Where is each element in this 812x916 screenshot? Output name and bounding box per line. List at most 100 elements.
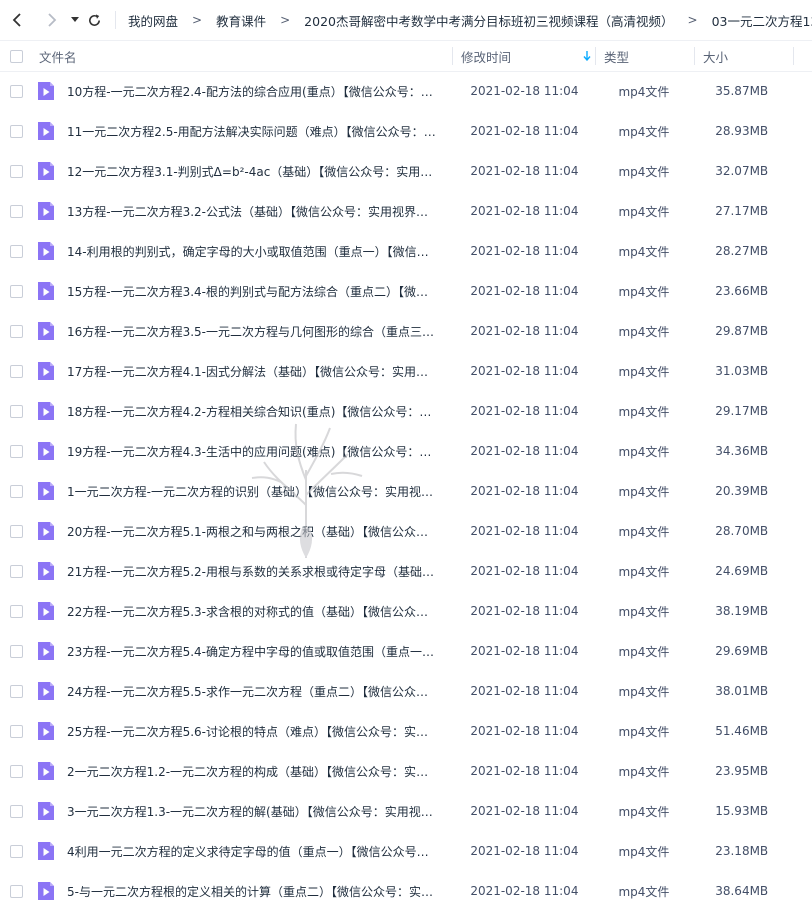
column-header-size[interactable]: 大小 — [695, 47, 793, 66]
row-checkbox[interactable] — [10, 444, 23, 458]
file-row[interactable]: 18方程-一元二次方程4.2-方程相关综合知识(重点)【微信公众号：实用视界】.… — [0, 391, 812, 431]
row-checkbox[interactable] — [10, 404, 23, 418]
back-button[interactable] — [6, 8, 27, 32]
row-checkbox[interactable] — [10, 724, 23, 738]
row-checkbox[interactable] — [10, 524, 23, 538]
chevron-right-icon — [48, 13, 57, 27]
video-file-icon — [38, 242, 54, 260]
column-header-time-label: 修改时间 — [461, 49, 512, 65]
file-name[interactable]: 17方程-一元二次方程4.1-因式分解法（基础）【微信公众号：实用视界】.mp4 — [67, 363, 444, 380]
column-header-type[interactable]: 类型 — [596, 47, 694, 66]
file-row[interactable]: 2一元二次方程1.2-一元二次方程的构成（基础）【微信公众号：实用视界】.mp4… — [0, 751, 812, 791]
file-name[interactable]: 24方程-一元二次方程5.5-求作一元二次方程（重点二）【微信公众号：实用视界】… — [67, 683, 444, 700]
file-row[interactable]: 10方程-一元二次方程2.4-配方法的综合应用(重点）【微信公众号：实用视界】.… — [0, 71, 812, 111]
row-checkbox[interactable] — [10, 884, 23, 898]
file-name[interactable]: 15方程-一元二次方程3.4-根的判别式与配方法综合（重点二）【微信公众号：实用… — [67, 283, 444, 300]
select-all-checkbox[interactable] — [10, 49, 23, 63]
file-type: mp4文件 — [618, 364, 670, 379]
file-name[interactable]: 23方程-一元二次方程5.4-确定方程中字母的值或取值范围（重点一）【微信公众号… — [67, 643, 444, 660]
row-checkbox[interactable] — [10, 204, 23, 218]
file-name[interactable]: 18方程-一元二次方程4.2-方程相关综合知识(重点)【微信公众号：实用视界】.… — [67, 403, 444, 420]
file-row[interactable]: 11一元二次方程2.5-用配方法解决实际问题（难点）【微信公众号：实用视界】.m… — [0, 111, 812, 151]
row-checkbox[interactable] — [10, 284, 23, 298]
file-row[interactable]: 17方程-一元二次方程4.1-因式分解法（基础）【微信公众号：实用视界】.mp4… — [0, 351, 812, 391]
breadcrumb-item-current-folder[interactable]: 03一元二次方程13 — [712, 11, 812, 30]
file-name[interactable]: 20方程-一元二次方程5.1-两根之和与两根之积（基础）【微信公众号：实用视界】… — [67, 523, 444, 540]
row-checkbox[interactable] — [10, 844, 23, 858]
breadcrumb-item-course[interactable]: 2020杰哥解密中考数学中考满分目标班初三视频课程（高清视频） — [304, 11, 673, 30]
file-type: mp4文件 — [618, 84, 670, 99]
file-type: mp4文件 — [618, 644, 670, 659]
video-file-icon — [38, 122, 54, 140]
file-name[interactable]: 22方程-一元二次方程5.3-求含根的对称式的值（基础）【微信公众号：实用视界】… — [67, 603, 444, 620]
file-row[interactable]: 4利用一元二次方程的定义求待定字母的值（重点一）【微信公众号：实用视界】.mp4… — [0, 831, 812, 871]
file-modified-time: 2021-02-18 11:04 — [470, 324, 579, 338]
file-row[interactable]: 24方程-一元二次方程5.5-求作一元二次方程（重点二）【微信公众号：实用视界】… — [0, 671, 812, 711]
file-modified-time: 2021-02-18 11:04 — [470, 804, 579, 818]
file-row[interactable]: 23方程-一元二次方程5.4-确定方程中字母的值或取值范围（重点一）【微信公众号… — [0, 631, 812, 671]
file-modified-time: 2021-02-18 11:04 — [470, 724, 579, 738]
file-name[interactable]: 4利用一元二次方程的定义求待定字母的值（重点一）【微信公众号：实用视界】.mp4 — [67, 843, 444, 860]
file-type: mp4文件 — [618, 884, 670, 899]
row-checkbox[interactable] — [10, 124, 23, 138]
row-checkbox[interactable] — [10, 644, 23, 658]
file-modified-time: 2021-02-18 11:04 — [470, 164, 579, 178]
file-name[interactable]: 25方程-一元二次方程5.6-讨论根的特点（难点）【微信公众号：实用视界】.mp… — [67, 723, 444, 740]
breadcrumb-item-courseware[interactable]: 教育课件 — [216, 11, 266, 30]
file-row[interactable]: 16方程-一元二次方程3.5-一元二次方程与几何图形的综合（重点三）【微信公众号… — [0, 311, 812, 351]
row-checkbox[interactable] — [10, 364, 23, 378]
file-row[interactable]: 19方程-一元二次方程4.3-生活中的应用问题(难点)【微信公众号：实用视界】.… — [0, 431, 812, 471]
file-modified-time: 2021-02-18 11:04 — [470, 364, 579, 378]
file-name[interactable]: 3一元二次方程1.3-一元二次方程的解(基础）【微信公众号：实用视界】.mp4 — [67, 803, 444, 820]
file-row[interactable]: 21方程-一元二次方程5.2-用根与系数的关系求根或待定字母（基础）【微信公众号… — [0, 551, 812, 591]
file-name[interactable]: 1一元二次方程-一元二次方程的识别（基础）【微信公众号：实用视界】.mp4 — [67, 483, 444, 500]
file-row[interactable]: 12一元二次方程3.1-判别式Δ=b²-4ac（基础）【微信公众号：实用视界】.… — [0, 151, 812, 191]
file-size: 38.64MB — [715, 884, 769, 898]
file-name[interactable]: 10方程-一元二次方程2.4-配方法的综合应用(重点）【微信公众号：实用视界】.… — [67, 83, 444, 100]
row-checkbox[interactable] — [10, 84, 23, 98]
file-row[interactable]: 15方程-一元二次方程3.4-根的判别式与配方法综合（重点二）【微信公众号：实用… — [0, 271, 812, 311]
column-header-name[interactable]: 文件名 — [39, 47, 452, 66]
file-row[interactable]: 5-与一元二次方程根的定义相关的计算（重点二）【微信公众号：实用视界】.mp4 2… — [0, 871, 812, 911]
file-name[interactable]: 5-与一元二次方程根的定义相关的计算（重点二）【微信公众号：实用视界】.mp4 — [67, 883, 444, 900]
breadcrumb-item-my-drive[interactable]: 我的网盘 — [128, 11, 178, 30]
row-checkbox[interactable] — [10, 244, 23, 258]
column-divider[interactable] — [793, 47, 794, 65]
video-file-icon — [38, 322, 54, 340]
row-checkbox[interactable] — [10, 604, 23, 618]
row-checkbox[interactable] — [10, 164, 23, 178]
file-modified-time: 2021-02-18 11:04 — [470, 764, 579, 778]
file-size: 29.87MB — [715, 324, 769, 338]
row-checkbox[interactable] — [10, 684, 23, 698]
file-name[interactable]: 12一元二次方程3.1-判别式Δ=b²-4ac（基础）【微信公众号：实用视界】.… — [67, 163, 444, 180]
file-row[interactable]: 22方程-一元二次方程5.3-求含根的对称式的值（基础）【微信公众号：实用视界】… — [0, 591, 812, 631]
row-checkbox[interactable] — [10, 804, 23, 818]
file-name[interactable]: 21方程-一元二次方程5.2-用根与系数的关系求根或待定字母（基础）【微信公众号… — [67, 563, 444, 580]
row-checkbox[interactable] — [10, 484, 23, 498]
column-header-time[interactable]: 修改时间 — [453, 47, 595, 66]
file-modified-time: 2021-02-18 11:04 — [470, 84, 579, 98]
row-checkbox[interactable] — [10, 564, 23, 578]
row-checkbox[interactable] — [10, 764, 23, 778]
file-size: 29.17MB — [715, 404, 769, 418]
file-name[interactable]: 11一元二次方程2.5-用配方法解决实际问题（难点）【微信公众号：实用视界】.m… — [67, 123, 444, 140]
video-file-icon — [38, 802, 54, 820]
file-row[interactable]: 1一元二次方程-一元二次方程的识别（基础）【微信公众号：实用视界】.mp4 202… — [0, 471, 812, 511]
row-checkbox[interactable] — [10, 324, 23, 338]
file-name[interactable]: 13方程-一元二次方程3.2-公式法（基础）【微信公众号：实用视界】.mp4 — [67, 203, 444, 220]
file-row[interactable]: 3一元二次方程1.3-一元二次方程的解(基础）【微信公众号：实用视界】.mp4 2… — [0, 791, 812, 831]
history-dropdown-button[interactable] — [68, 8, 81, 32]
file-row[interactable]: 13方程-一元二次方程3.2-公式法（基础）【微信公众号：实用视界】.mp4 20… — [0, 191, 812, 231]
file-name[interactable]: 16方程-一元二次方程3.5-一元二次方程与几何图形的综合（重点三）【微信公众号… — [67, 323, 444, 340]
file-name[interactable]: 19方程-一元二次方程4.3-生活中的应用问题(难点)【微信公众号：实用视界】.… — [67, 443, 444, 460]
forward-button[interactable] — [41, 8, 62, 32]
file-size: 29.69MB — [715, 644, 769, 658]
file-modified-time: 2021-02-18 11:04 — [470, 684, 579, 698]
file-row[interactable]: 20方程-一元二次方程5.1-两根之和与两根之积（基础）【微信公众号：实用视界】… — [0, 511, 812, 551]
file-row[interactable]: 25方程-一元二次方程5.6-讨论根的特点（难点）【微信公众号：实用视界】.mp… — [0, 711, 812, 751]
file-row[interactable]: 14-利用根的判别式，确定字母的大小或取值范围（重点一）【微信公众号：实用视界】… — [0, 231, 812, 271]
refresh-button[interactable] — [84, 8, 105, 32]
file-name[interactable]: 2一元二次方程1.2-一元二次方程的构成（基础）【微信公众号：实用视界】.mp4 — [67, 763, 444, 780]
file-type: mp4文件 — [618, 524, 670, 539]
file-name[interactable]: 14-利用根的判别式，确定字母的大小或取值范围（重点一）【微信公众号：实用视界】… — [67, 243, 444, 260]
